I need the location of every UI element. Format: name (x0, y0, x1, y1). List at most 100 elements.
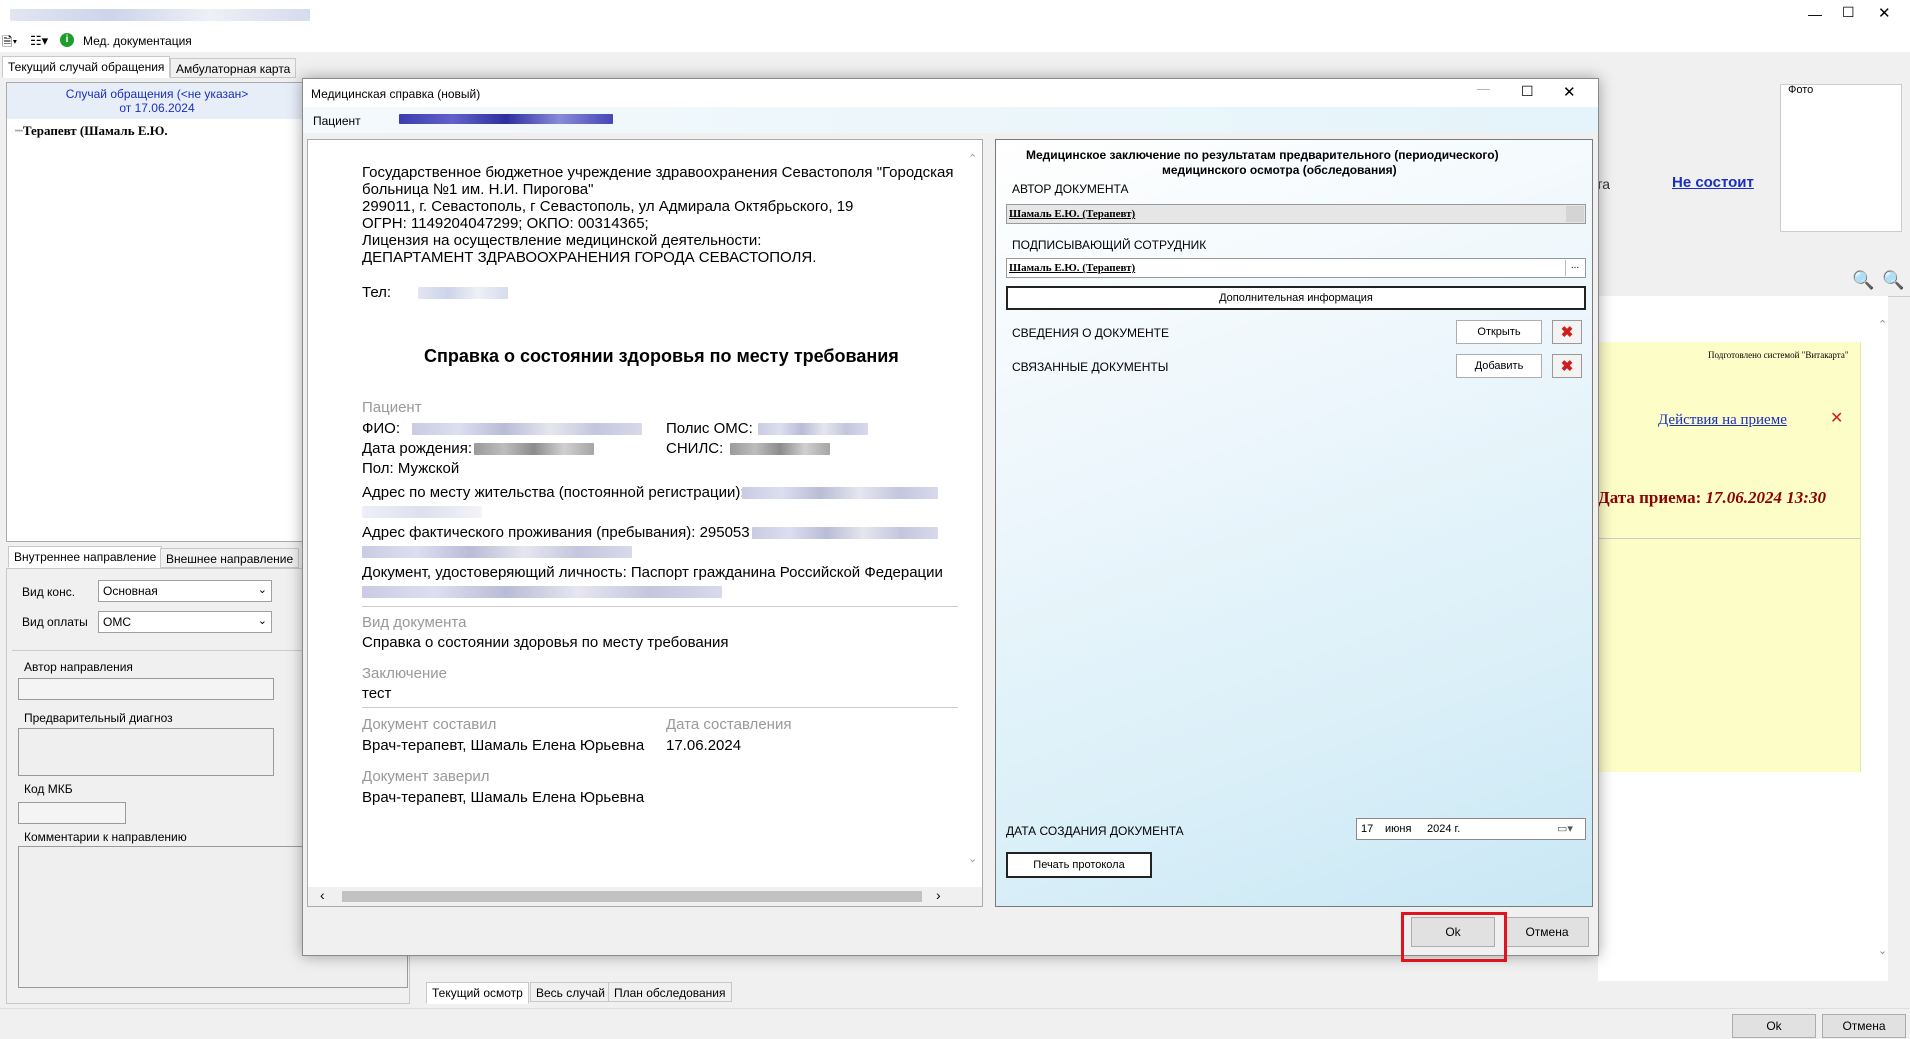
main-cancel-button[interactable]: Отмена (1822, 1014, 1906, 1038)
close-icon[interactable]: ✕ (1830, 408, 1843, 428)
composed-label: Документ составил (362, 716, 497, 733)
tree-item-therapist[interactable]: ┈Терапевт (Шамаль Е.Ю. (15, 123, 168, 139)
author-doc-value: Шамаль Е.Ю. (Терапевт) (1009, 208, 1136, 220)
tab-current-case[interactable]: Текущий случай обращения (2, 56, 171, 78)
scroll-down-icon[interactable]: ⌄ (1878, 944, 1887, 957)
certified-value: Врач-терапевт, Шамаль Елена Юрьевна (362, 789, 645, 806)
birth-redacted (474, 443, 594, 455)
date-day[interactable]: 17 (1361, 823, 1373, 835)
date-year[interactable]: 2024 г. (1427, 823, 1460, 835)
vid-kons-select[interactable]: Основная ⌄ (98, 580, 272, 602)
date-composed-label: Дата составления (666, 716, 792, 733)
minimize-icon[interactable]: — (1808, 6, 1822, 22)
horizontal-scrollbar[interactable]: ‹ › (308, 887, 982, 906)
snils-label: СНИЛС: (666, 440, 724, 457)
document-menu-icon[interactable]: 🗎▾ (2, 33, 17, 55)
scrollbar-thumb[interactable] (342, 891, 922, 902)
actions-link[interactable]: Действия на приеме (1658, 412, 1787, 429)
mkb-field[interactable] (18, 802, 126, 824)
signer-value: Шамаль Е.Ю. (Терапевт) (1009, 262, 1136, 274)
visit-date: Дата приема: 17.06.2024 13:30 (1598, 488, 1826, 508)
vid-oplaty-select[interactable]: ОМС ⌄ (98, 611, 272, 633)
author-direction-field[interactable] (18, 678, 274, 700)
vid-oplaty-label: Вид оплаты (22, 615, 88, 629)
date-composed-value: 17.06.2024 (666, 737, 742, 754)
signer-label: ПОДПИСЫВАЮЩИЙ СОТРУДНИК (1012, 238, 1207, 252)
conclusion-value: тест (362, 685, 392, 702)
minimize-icon[interactable]: — (1477, 81, 1490, 96)
calendar-icon[interactable]: ▭▾ (1557, 822, 1573, 835)
dialog-cancel-button[interactable]: Отмена (1505, 917, 1589, 947)
photo-frame (1780, 84, 1902, 232)
author-doc-field[interactable]: Шамаль Е.Ю. (Терапевт) (1006, 204, 1586, 224)
chevron-down-icon: ⌄ (257, 615, 267, 627)
maximize-icon[interactable]: ☐ (1842, 4, 1855, 21)
close-icon[interactable]: ✕ (1563, 83, 1576, 101)
address-fact-redacted-2 (362, 546, 632, 558)
extra-info-button[interactable]: Дополнительная информация (1006, 286, 1586, 310)
vid-oplaty-value: ОМС (103, 615, 131, 629)
scroll-left-icon[interactable]: ‹ (320, 887, 325, 903)
tree-line-icon: ┈ (15, 123, 23, 138)
main-ok-button[interactable]: Ok (1732, 1014, 1816, 1038)
scroll-up-icon[interactable]: ⌃ (1878, 318, 1887, 331)
visit-date-value: 17.06.2024 13:30 (1705, 488, 1826, 507)
case-header-line1: Случай обращения (<не указан> (65, 87, 249, 101)
author-direction-label: Автор направления (24, 660, 133, 674)
patient-bar: Пациент (303, 107, 1598, 133)
author-doc-label: АВТОР ДОКУМЕНТА (1012, 182, 1129, 196)
doc-type-value: Справка о состоянии здоровья по месту тр… (362, 634, 729, 651)
delete-doc-info-button[interactable]: ✖ (1552, 320, 1582, 344)
doc-title: Справка о состоянии здоровья по месту тр… (424, 346, 899, 366)
chevron-down-icon: ⌄ (257, 584, 267, 596)
photo-label: Фото (1788, 84, 1814, 96)
prelim-diag-field[interactable] (18, 728, 274, 776)
address-fact-label: Адрес фактического проживания (пребывани… (362, 524, 750, 541)
delete-linked-docs-button[interactable]: ✖ (1552, 354, 1582, 378)
address-reg-label: Адрес по месту жительства (постоянной ре… (362, 484, 745, 501)
signer-picker-button[interactable]: ... (1565, 260, 1584, 276)
print-protocol-button[interactable]: Печать протокола (1006, 852, 1152, 878)
layout-menu-icon[interactable]: ☷▾ (30, 33, 48, 49)
address-reg-redacted (742, 487, 938, 499)
red-x-icon: ✖ (1560, 324, 1574, 341)
tel-label: Тел: (362, 284, 392, 301)
tab-exam-plan[interactable]: План обследования (608, 982, 732, 1002)
tel-redacted (418, 287, 508, 299)
scroll-right-icon[interactable]: › (936, 887, 941, 903)
maximize-icon[interactable]: ☐ (1521, 83, 1534, 100)
tab-whole-case[interactable]: Весь случай (530, 982, 611, 1002)
window-title-redacted (10, 9, 310, 21)
info-icon[interactable]: i (60, 33, 74, 47)
patient-section-label: Пациент (362, 399, 422, 416)
right-toolbar: 🔍 🔍 (1598, 266, 1910, 297)
signer-field[interactable]: Шамаль Е.Ю. (Терапевт) ... (1006, 258, 1586, 278)
doc-divider (362, 707, 958, 708)
dialog-title: Медицинская справка (новый) (311, 87, 481, 101)
creation-date-picker[interactable]: 17 июня 2024 г. ▭▾ (1356, 818, 1586, 840)
patient-label: Пациент (313, 114, 361, 128)
tab-external-direction[interactable]: Внешнее направление (160, 548, 300, 568)
case-header: Случай обращения (<не указан> от 17.06.2… (7, 83, 307, 119)
zoom-in-icon[interactable]: 🔍 (1852, 270, 1874, 291)
case-header-line2: от 17.06.2024 (119, 101, 195, 115)
org-line6: ДЕПАРТАМЕНТ ЗДРАВООХРАНЕНИЯ ГОРОДА СЕВАС… (362, 249, 817, 266)
org-line4: ОГРН: 1149204047299; ОКПО: 00314365; (362, 215, 649, 232)
tab-internal-direction[interactable]: Внутреннее направление (8, 546, 163, 568)
zoom-out-icon[interactable]: 🔍 (1882, 270, 1904, 291)
tab-ambulatory-card[interactable]: Амбулаторная карта (170, 58, 297, 78)
open-button[interactable]: Открыть (1456, 320, 1542, 344)
mkb-label: Код МКБ (24, 782, 73, 796)
snils-redacted (730, 443, 830, 455)
close-icon[interactable]: ✕ (1878, 4, 1891, 22)
toolbar-label[interactable]: Мед. документация (83, 34, 192, 48)
address-reg-redacted-2 (362, 506, 482, 518)
scroll-up-icon[interactable]: ⌃ (968, 152, 977, 165)
visit-note (1598, 342, 1861, 772)
scroll-down-icon[interactable]: ⌄ (968, 852, 977, 865)
status-link[interactable]: Не состоит (1672, 174, 1754, 191)
author-doc-picker[interactable] (1566, 206, 1584, 222)
add-button[interactable]: Добавить (1456, 354, 1542, 378)
date-month[interactable]: июня (1385, 823, 1411, 835)
tab-current-exam[interactable]: Текущий осмотр (426, 982, 529, 1004)
